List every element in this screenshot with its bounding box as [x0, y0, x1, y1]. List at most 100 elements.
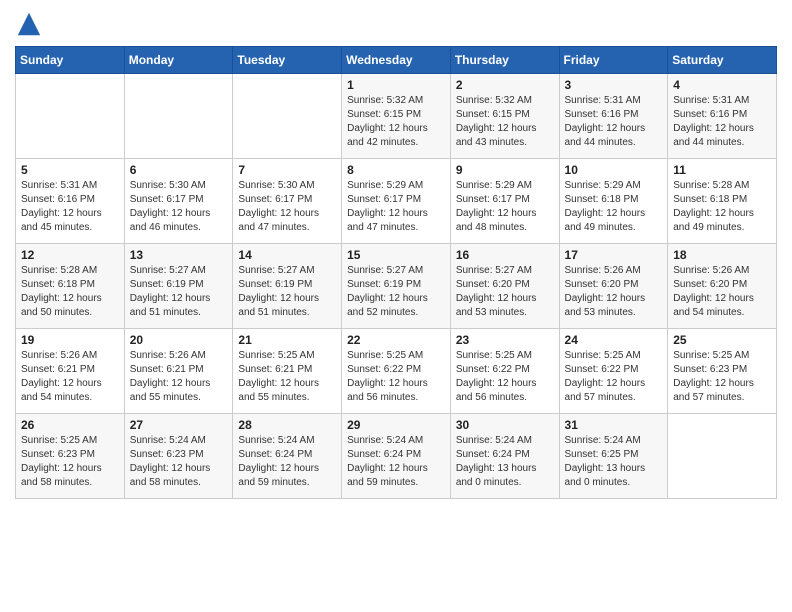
day-number: 3	[565, 78, 663, 92]
day-number: 21	[238, 333, 336, 347]
day-number: 2	[456, 78, 554, 92]
day-number: 15	[347, 248, 445, 262]
day-number: 24	[565, 333, 663, 347]
calendar-cell: 13Sunrise: 5:27 AM Sunset: 6:19 PM Dayli…	[124, 244, 233, 329]
day-number: 1	[347, 78, 445, 92]
day-number: 14	[238, 248, 336, 262]
day-number: 12	[21, 248, 119, 262]
day-number: 20	[130, 333, 228, 347]
header-cell-friday: Friday	[559, 47, 668, 74]
day-number: 4	[673, 78, 771, 92]
day-info: Sunrise: 5:28 AM Sunset: 6:18 PM Dayligh…	[21, 264, 119, 320]
day-info: Sunrise: 5:29 AM Sunset: 6:17 PM Dayligh…	[347, 179, 445, 235]
calendar-header: SundayMondayTuesdayWednesdayThursdayFrid…	[16, 47, 777, 74]
day-info: Sunrise: 5:32 AM Sunset: 6:15 PM Dayligh…	[456, 94, 554, 150]
day-number: 31	[565, 418, 663, 432]
calendar-cell: 29 Sunrise: 5:24 AM Sunset: 6:24 PM Dayli…	[342, 414, 451, 499]
day-info: Sunrise: 5:26 AM Sunset: 6:21 PM Dayligh…	[21, 349, 119, 405]
day-number: 26	[21, 418, 119, 432]
calendar-cell: 18 Sunrise: 5:26 AM Sunset: 6:20 PM Dayli…	[668, 244, 777, 329]
day-info: Sunrise: 5:24 AM Sunset: 6:25 PM Dayligh…	[565, 434, 663, 490]
day-info: Sunrise: 5:31 AM Sunset: 6:16 PM Dayligh…	[21, 179, 119, 235]
header-cell-wednesday: Wednesday	[342, 47, 451, 74]
day-info: Sunrise: 5:25 AM Sunset: 6:23 PM Dayligh…	[21, 434, 119, 490]
calendar-cell: 5 Sunrise: 5:31 AM Sunset: 6:16 PM Daylig…	[16, 159, 125, 244]
day-number: 7	[238, 163, 336, 177]
calendar-cell: 17Sunrise: 5:26 AM Sunset: 6:20 PM Dayli…	[559, 244, 668, 329]
day-info: Sunrise: 5:25 AM Sunset: 6:21 PM Dayligh…	[238, 349, 336, 405]
day-info: Sunrise: 5:30 AM Sunset: 6:17 PM Dayligh…	[238, 179, 336, 235]
day-info: Sunrise: 5:27 AM Sunset: 6:19 PM Dayligh…	[238, 264, 336, 320]
header-cell-tuesday: Tuesday	[233, 47, 342, 74]
day-number: 13	[130, 248, 228, 262]
day-info: Sunrise: 5:31 AM Sunset: 6:16 PM Dayligh…	[673, 94, 771, 150]
calendar-cell	[16, 74, 125, 159]
calendar-cell: 6 Sunrise: 5:30 AM Sunset: 6:17 PM Daylig…	[124, 159, 233, 244]
day-info: Sunrise: 5:26 AM Sunset: 6:21 PM Dayligh…	[130, 349, 228, 405]
day-info: Sunrise: 5:31 AM Sunset: 6:16 PM Dayligh…	[565, 94, 663, 150]
header-cell-monday: Monday	[124, 47, 233, 74]
header	[15, 10, 777, 38]
calendar-cell: 30 Sunrise: 5:24 AM Sunset: 6:24 PM Dayli…	[450, 414, 559, 499]
calendar-week-2: 5 Sunrise: 5:31 AM Sunset: 6:16 PM Daylig…	[16, 159, 777, 244]
day-number: 23	[456, 333, 554, 347]
day-info: Sunrise: 5:24 AM Sunset: 6:24 PM Dayligh…	[456, 434, 554, 490]
calendar-cell: 8 Sunrise: 5:29 AM Sunset: 6:17 PM Daylig…	[342, 159, 451, 244]
day-info: Sunrise: 5:32 AM Sunset: 6:15 PM Dayligh…	[347, 94, 445, 150]
day-info: Sunrise: 5:25 AM Sunset: 6:23 PM Dayligh…	[673, 349, 771, 405]
header-cell-sunday: Sunday	[16, 47, 125, 74]
calendar-week-3: 12 Sunrise: 5:28 AM Sunset: 6:18 PM Dayli…	[16, 244, 777, 329]
day-info: Sunrise: 5:24 AM Sunset: 6:24 PM Dayligh…	[347, 434, 445, 490]
day-info: Sunrise: 5:28 AM Sunset: 6:18 PM Dayligh…	[673, 179, 771, 235]
day-number: 29	[347, 418, 445, 432]
calendar-cell: 11Sunrise: 5:28 AM Sunset: 6:18 PM Dayli…	[668, 159, 777, 244]
day-info: Sunrise: 5:27 AM Sunset: 6:19 PM Dayligh…	[347, 264, 445, 320]
calendar-cell: 3 Sunrise: 5:31 AM Sunset: 6:16 PM Daylig…	[559, 74, 668, 159]
calendar-cell	[668, 414, 777, 499]
calendar-table: SundayMondayTuesdayWednesdayThursdayFrid…	[15, 46, 777, 499]
calendar-week-5: 26 Sunrise: 5:25 AM Sunset: 6:23 PM Dayli…	[16, 414, 777, 499]
calendar-cell: 15 Sunrise: 5:27 AM Sunset: 6:19 PM Dayli…	[342, 244, 451, 329]
calendar-cell: 10 Sunrise: 5:29 AM Sunset: 6:18 PM Dayli…	[559, 159, 668, 244]
day-info: Sunrise: 5:30 AM Sunset: 6:17 PM Dayligh…	[130, 179, 228, 235]
day-number: 6	[130, 163, 228, 177]
day-number: 30	[456, 418, 554, 432]
day-number: 18	[673, 248, 771, 262]
logo-icon	[15, 10, 43, 38]
calendar-cell	[124, 74, 233, 159]
calendar-cell: 25 Sunrise: 5:25 AM Sunset: 6:23 PM Dayli…	[668, 329, 777, 414]
day-number: 8	[347, 163, 445, 177]
day-info: Sunrise: 5:29 AM Sunset: 6:18 PM Dayligh…	[565, 179, 663, 235]
header-cell-thursday: Thursday	[450, 47, 559, 74]
calendar-cell: 19 Sunrise: 5:26 AM Sunset: 6:21 PM Dayli…	[16, 329, 125, 414]
calendar-cell: 1 Sunrise: 5:32 AM Sunset: 6:15 PM Daylig…	[342, 74, 451, 159]
calendar-cell: 7 Sunrise: 5:30 AM Sunset: 6:17 PM Daylig…	[233, 159, 342, 244]
calendar-cell: 26 Sunrise: 5:25 AM Sunset: 6:23 PM Dayli…	[16, 414, 125, 499]
day-info: Sunrise: 5:25 AM Sunset: 6:22 PM Dayligh…	[456, 349, 554, 405]
day-number: 10	[565, 163, 663, 177]
logo	[15, 10, 47, 38]
day-info: Sunrise: 5:24 AM Sunset: 6:24 PM Dayligh…	[238, 434, 336, 490]
calendar-cell: 2 Sunrise: 5:32 AM Sunset: 6:15 PM Daylig…	[450, 74, 559, 159]
calendar-cell: 9 Sunrise: 5:29 AM Sunset: 6:17 PM Daylig…	[450, 159, 559, 244]
calendar-cell: 22 Sunrise: 5:25 AM Sunset: 6:22 PM Dayli…	[342, 329, 451, 414]
day-number: 17	[565, 248, 663, 262]
calendar-cell: 20 Sunrise: 5:26 AM Sunset: 6:21 PM Dayli…	[124, 329, 233, 414]
calendar-cell: 21 Sunrise: 5:25 AM Sunset: 6:21 PM Dayli…	[233, 329, 342, 414]
calendar-week-1: 1 Sunrise: 5:32 AM Sunset: 6:15 PM Daylig…	[16, 74, 777, 159]
calendar-cell: 31 Sunrise: 5:24 AM Sunset: 6:25 PM Dayli…	[559, 414, 668, 499]
day-info: Sunrise: 5:25 AM Sunset: 6:22 PM Dayligh…	[565, 349, 663, 405]
day-number: 22	[347, 333, 445, 347]
day-info: Sunrise: 5:26 AM Sunset: 6:20 PM Dayligh…	[673, 264, 771, 320]
day-number: 25	[673, 333, 771, 347]
day-number: 9	[456, 163, 554, 177]
day-info: Sunrise: 5:27 AM Sunset: 6:20 PM Dayligh…	[456, 264, 554, 320]
day-number: 5	[21, 163, 119, 177]
calendar-week-4: 19 Sunrise: 5:26 AM Sunset: 6:21 PM Dayli…	[16, 329, 777, 414]
day-number: 19	[21, 333, 119, 347]
header-cell-saturday: Saturday	[668, 47, 777, 74]
day-info: Sunrise: 5:29 AM Sunset: 6:17 PM Dayligh…	[456, 179, 554, 235]
day-info: Sunrise: 5:25 AM Sunset: 6:22 PM Dayligh…	[347, 349, 445, 405]
day-number: 27	[130, 418, 228, 432]
calendar-cell: 4 Sunrise: 5:31 AM Sunset: 6:16 PM Daylig…	[668, 74, 777, 159]
